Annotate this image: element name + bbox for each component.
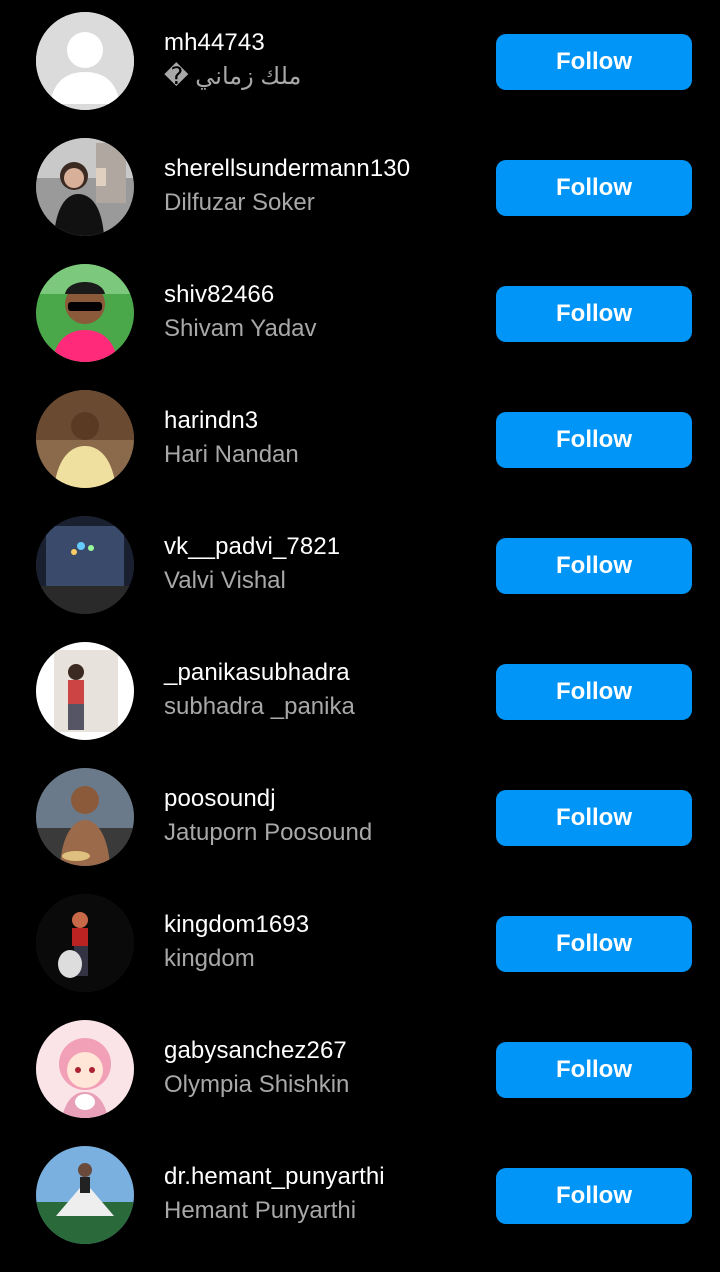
full-name: Olympia Shishkin	[164, 1071, 350, 1098]
username: gabysanchez267	[164, 1037, 347, 1064]
user-row: sherellsundermann130 Dilfuzar Soker Foll…	[0, 138, 720, 264]
username: vk__padvi_7821	[164, 533, 341, 560]
username: harindn3	[164, 407, 259, 434]
follow-button[interactable]: Follow	[496, 1042, 692, 1098]
profile-photo[interactable]	[36, 516, 134, 614]
follow-button[interactable]: Follow	[496, 34, 692, 90]
user-names[interactable]: gabysanchez267 Olympia Shishkin	[164, 1036, 474, 1100]
user-names[interactable]: poosoundj Jatuporn Poosound	[164, 784, 474, 848]
user-row: mh44743 ملك زماني � Follow	[0, 12, 720, 138]
follow-button[interactable]: Follow	[496, 538, 692, 594]
profile-photo[interactable]	[36, 264, 134, 362]
profile-photo[interactable]	[36, 894, 134, 992]
full-name: ملك زماني �	[164, 63, 302, 90]
follow-button[interactable]: Follow	[496, 1168, 692, 1224]
user-names[interactable]: _panikasubhadra subhadra _panika	[164, 658, 474, 722]
user-row: poosoundj Jatuporn Poosound Follow	[0, 768, 720, 894]
user-row: dr.hemant_punyarthi Hemant Punyarthi Fol…	[0, 1146, 720, 1272]
user-row: kingdom1693 kingdom Follow	[0, 894, 720, 1020]
user-row: vk__padvi_7821 Valvi Vishal Follow	[0, 516, 720, 642]
username: sherellsundermann130	[164, 155, 411, 182]
user-names[interactable]: shiv82466 Shivam Yadav	[164, 280, 474, 344]
profile-photo[interactable]	[36, 1020, 134, 1118]
profile-photo[interactable]	[36, 642, 134, 740]
profile-photo[interactable]	[36, 390, 134, 488]
full-name: Hari Nandan	[164, 441, 299, 468]
user-names[interactable]: mh44743 ملك زماني �	[164, 28, 474, 92]
username: shiv82466	[164, 281, 275, 308]
follow-button[interactable]: Follow	[496, 790, 692, 846]
full-name: subhadra _panika	[164, 693, 355, 720]
full-name: Shivam Yadav	[164, 315, 317, 342]
username: _panikasubhadra	[164, 659, 350, 686]
full-name: Valvi Vishal	[164, 567, 286, 594]
user-row: harindn3 Hari Nandan Follow	[0, 390, 720, 516]
user-row: _panikasubhadra subhadra _panika Follow	[0, 642, 720, 768]
profile-photo[interactable]	[36, 768, 134, 866]
full-name: Dilfuzar Soker	[164, 189, 315, 216]
profile-photo[interactable]	[36, 1146, 134, 1244]
follow-button[interactable]: Follow	[496, 916, 692, 972]
user-names[interactable]: sherellsundermann130 Dilfuzar Soker	[164, 154, 474, 218]
full-name: Jatuporn Poosound	[164, 819, 373, 846]
full-name: Hemant Punyarthi	[164, 1197, 357, 1224]
username: mh44743	[164, 29, 265, 56]
default-avatar-icon[interactable]	[36, 12, 134, 110]
username: poosoundj	[164, 785, 276, 812]
profile-photo[interactable]	[36, 138, 134, 236]
username: dr.hemant_punyarthi	[164, 1163, 385, 1190]
follow-button[interactable]: Follow	[496, 412, 692, 468]
user-names[interactable]: vk__padvi_7821 Valvi Vishal	[164, 532, 474, 596]
user-names[interactable]: harindn3 Hari Nandan	[164, 406, 474, 470]
user-names[interactable]: dr.hemant_punyarthi Hemant Punyarthi	[164, 1162, 474, 1226]
suggested-users-list: mh44743 ملك زماني � Follow sherellsunder…	[0, 0, 720, 1272]
follow-button[interactable]: Follow	[496, 664, 692, 720]
follow-button[interactable]: Follow	[496, 160, 692, 216]
follow-button[interactable]: Follow	[496, 286, 692, 342]
user-row: gabysanchez267 Olympia Shishkin Follow	[0, 1020, 720, 1146]
user-row: shiv82466 Shivam Yadav Follow	[0, 264, 720, 390]
user-names[interactable]: kingdom1693 kingdom	[164, 910, 474, 974]
full-name: kingdom	[164, 945, 255, 972]
username: kingdom1693	[164, 911, 310, 938]
